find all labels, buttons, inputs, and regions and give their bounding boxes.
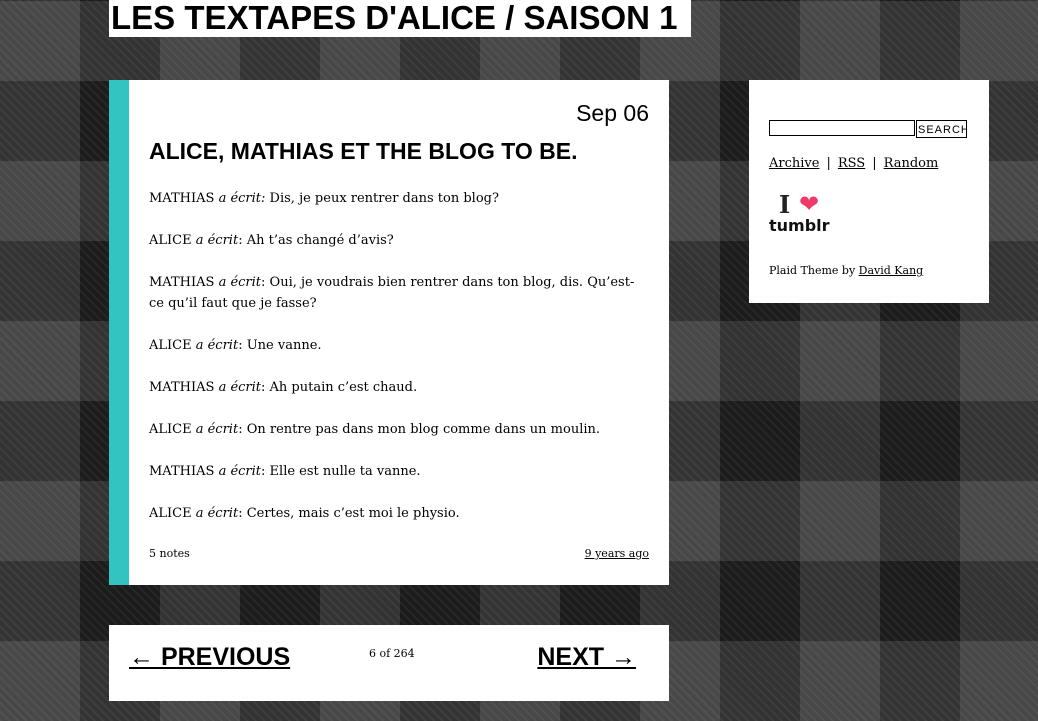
chat-wrote: a écrit [218,380,262,395]
archive-link[interactable]: Archive [769,156,819,171]
chat-line: MATHIAS a écrit: Oui, je voudrais bien r… [149,272,649,314]
post-notes-count: 5 notes [149,547,190,560]
post-accent-bar [109,80,129,585]
chat-wrote: a écrit [195,233,239,248]
theme-author-link[interactable]: David Kang [859,264,924,277]
chat-wrote: a écrit [195,422,239,437]
chat-log: MATHIAS a écrit: Dis, je peux rentrer da… [149,188,649,545]
chat-wrote: a écrit [218,275,262,290]
chat-line: MATHIAS a écrit: Ah putain c’est chaud. [149,377,649,398]
chat-line: ALICE a écrit: On rentre pas dans mon bl… [149,419,649,440]
theme-credit-prefix: Plaid Theme by [769,264,859,277]
link-separator: | [872,156,877,171]
sidebar: SEARCH Archive | RSS | Random I ❤ tumblr Pla… [749,80,989,303]
chat-wrote: a écrit: [218,191,266,206]
page-count: 6 of 264 [369,647,415,660]
chat-text: : Une vanne. [238,338,322,353]
search-button[interactable]: SEARCH [916,120,967,138]
chat-text: : Ah t’as changé d’avis? [238,233,394,248]
link-separator: | [826,156,831,171]
chat-speaker: ALICE [149,506,192,521]
next-page-link[interactable]: NEXT → [537,643,636,672]
sidebar-links: Archive | RSS | Random [769,156,938,171]
pagination: ← PREVIOUS 6 of 264 NEXT → [109,625,669,701]
chat-text: Dis, je peux rentrer dans ton blog? [265,191,499,206]
chat-speaker: ALICE [149,233,192,248]
chat-line: MATHIAS a écrit: Dis, je peux rentrer da… [149,188,649,209]
chat-wrote: a écrit [195,506,239,521]
site-title[interactable]: LES TEXTAPES D'ALICE / SAISON 1 [109,0,691,37]
chat-line: ALICE a écrit: Certes, mais c’est moi le… [149,503,649,524]
random-link[interactable]: Random [884,156,939,171]
badge-tumblr-word: tumblr [769,216,830,235]
chat-speaker: MATHIAS [149,464,215,479]
chat-speaker: ALICE [149,422,192,437]
heart-icon: ❤ [799,190,820,218]
chat-line: ALICE a écrit: Une vanne. [149,335,649,356]
rss-link[interactable]: RSS [838,156,865,171]
chat-text: : Elle est nulle ta vanne. [261,464,421,479]
chat-line: ALICE a écrit: Ah t’as changé d’avis? [149,230,649,251]
chat-speaker: MATHIAS [149,275,215,290]
post: Sep 06 ALICE, MATHIAS ET THE BLOG TO BE.… [109,80,669,585]
post-date: Sep 06 [576,100,649,126]
chat-wrote: a écrit [195,338,239,353]
i-heart-tumblr-badge[interactable]: I ❤ tumblr [769,190,833,238]
badge-i: I [779,190,791,219]
search-input[interactable] [769,120,915,136]
chat-line: MATHIAS a écrit: Elle est nulle ta vanne… [149,461,649,482]
chat-speaker: MATHIAS [149,380,215,395]
chat-speaker: MATHIAS [149,191,215,206]
post-permalink[interactable]: 9 years ago [585,547,649,560]
site-title-text[interactable]: LES TEXTAPES D'ALICE / SAISON 1 [111,0,678,37]
chat-speaker: ALICE [149,338,192,353]
chat-text: : Certes, mais c’est moi le physio. [238,506,460,521]
chat-text: : On rentre pas dans mon blog comme dans… [238,422,601,437]
theme-credit: Plaid Theme by David Kang [769,264,923,277]
previous-page-link[interactable]: ← PREVIOUS [129,643,290,672]
post-title: ALICE, MATHIAS ET THE BLOG TO BE. [149,138,578,164]
chat-text: : Ah putain c’est chaud. [261,380,418,395]
chat-wrote: a écrit [218,464,262,479]
